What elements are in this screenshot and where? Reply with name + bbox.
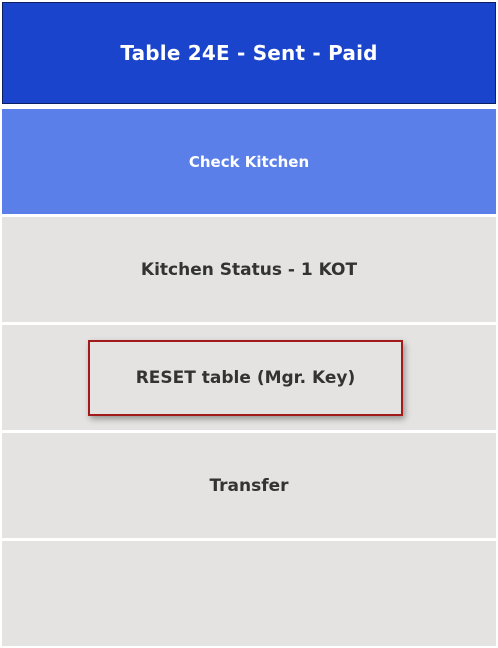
reset-table-button[interactable]: RESET table (Mgr. Key): [88, 340, 403, 416]
kitchen-status-button[interactable]: Kitchen Status - 1 KOT: [2, 217, 496, 322]
page-title: Table 24E - Sent - Paid: [120, 41, 378, 65]
check-kitchen-label: Check Kitchen: [188, 152, 310, 171]
check-kitchen-button[interactable]: Check Kitchen: [2, 109, 496, 214]
table-status-header: Table 24E - Sent - Paid: [2, 2, 496, 104]
transfer-label: Transfer: [209, 475, 289, 496]
kitchen-status-label: Kitchen Status - 1 KOT: [140, 259, 358, 280]
empty-menu-slot: [2, 541, 496, 646]
transfer-button[interactable]: Transfer: [2, 433, 496, 538]
reset-table-label: RESET table (Mgr. Key): [135, 368, 356, 388]
